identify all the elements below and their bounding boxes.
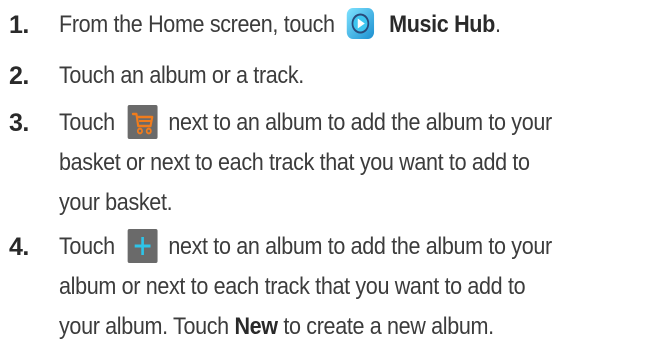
music-hub-icon bbox=[346, 7, 375, 40]
plus-icon bbox=[127, 228, 158, 263]
step-number: 4. bbox=[9, 233, 29, 261]
step-text: basket or next to each track that you wa… bbox=[59, 149, 530, 176]
step-text: . bbox=[494, 11, 501, 38]
step-text: Touch an album or a track. bbox=[59, 62, 304, 89]
step-4-line-3: your album. Touch New to create a new al… bbox=[59, 308, 494, 346]
new-label: New bbox=[234, 313, 278, 340]
step-text: next to an album to add the album to you… bbox=[168, 109, 552, 136]
step-1-line-1: From the Home screen, touch Music Hub. bbox=[59, 6, 501, 44]
step-text: to create a new album. bbox=[283, 313, 494, 340]
step-3-line-2: basket or next to each track that you wa… bbox=[59, 144, 530, 182]
step-text: your basket. bbox=[59, 189, 173, 216]
step-4-line-1: Touch next to an album to add the album … bbox=[59, 228, 552, 266]
step-4-line-2: album or next to each track that you wan… bbox=[59, 268, 526, 306]
step-text: next to an album to add the album to you… bbox=[168, 233, 552, 260]
step-text: your album. Touch bbox=[59, 313, 229, 340]
step-number: 2. bbox=[9, 62, 29, 90]
step-text: Touch bbox=[59, 233, 115, 260]
step-text: album or next to each track that you wan… bbox=[59, 273, 526, 300]
step-number: 3. bbox=[9, 109, 29, 137]
step-number: 1. bbox=[9, 11, 29, 39]
step-text: From the Home screen, touch bbox=[59, 11, 335, 38]
instruction-steps: 1. From the Home screen, touch Music Hub… bbox=[0, 0, 663, 348]
step-3-line-1: Touch next to an album to add the album … bbox=[59, 104, 552, 142]
cart-icon bbox=[127, 104, 158, 139]
step-2-line-1: Touch an album or a track. bbox=[59, 57, 304, 95]
step-3-line-3: your basket. bbox=[59, 184, 173, 222]
step-text: Touch bbox=[59, 109, 115, 136]
music-hub-label: Music Hub bbox=[389, 11, 495, 38]
